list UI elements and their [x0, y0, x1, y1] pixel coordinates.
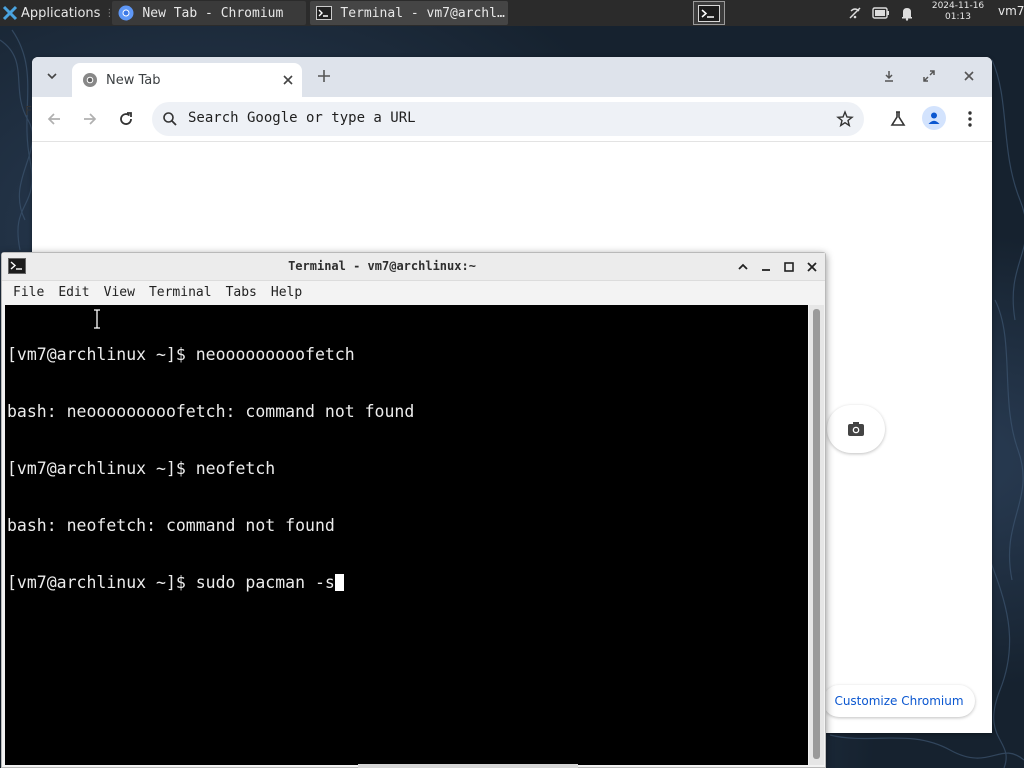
bookmark-star-icon[interactable]: [836, 110, 854, 128]
back-arrow-icon[interactable]: [44, 109, 64, 129]
network-disconnected-icon[interactable]: [846, 4, 864, 22]
clock-time: 01:13: [945, 12, 971, 22]
chevron-up-icon[interactable]: [736, 260, 750, 274]
profile-avatar[interactable]: [922, 106, 946, 130]
terminal-line: bash: neooooooooofetch: command not foun…: [7, 402, 415, 421]
terminal-scrollbar[interactable]: [809, 305, 824, 765]
search-by-image-button[interactable]: [827, 405, 885, 453]
maximize-icon[interactable]: [782, 260, 796, 274]
applications-label: Applications: [21, 5, 101, 21]
taskbar-item-label: Terminal - vm7@archl…: [340, 5, 505, 21]
panel-separator: ⋮: [104, 7, 115, 19]
terminal-icon: [316, 6, 333, 20]
close-icon[interactable]: [805, 260, 819, 274]
xfce-logo-icon: [2, 5, 18, 21]
customize-chromium-button[interactable]: Customize Chromium: [823, 685, 975, 717]
system-tray: [838, 0, 916, 26]
search-icon: [163, 112, 177, 126]
forward-arrow-icon[interactable]: [80, 109, 100, 129]
terminal-line: [vm7@archlinux ~]$ neooooooooofetch: [7, 345, 355, 364]
terminal-titlebar[interactable]: Terminal - vm7@archlinux:~: [2, 253, 825, 281]
chromium-icon: [118, 5, 134, 21]
menu-view[interactable]: View: [104, 285, 135, 300]
notification-bell-icon[interactable]: [898, 4, 916, 22]
omnibox[interactable]: Search Google or type a URL: [152, 102, 864, 136]
menu-edit[interactable]: Edit: [58, 285, 89, 300]
browser-toolbar: Search Google or type a URL: [32, 97, 992, 142]
chromium-icon: [83, 73, 97, 87]
scrollbar-thumb[interactable]: [813, 309, 820, 759]
terminal-line: [vm7@archlinux ~]$ neofetch: [7, 459, 276, 478]
menu-terminal[interactable]: Terminal: [149, 285, 212, 300]
profile-person-icon: [928, 112, 940, 124]
omnibox-placeholder: Search Google or type a URL: [188, 110, 416, 126]
menu-help[interactable]: Help: [271, 285, 302, 300]
user-menu[interactable]: vm7: [998, 4, 1024, 18]
text-cursor: [334, 574, 344, 591]
terminal-title: Terminal - vm7@archlinux:~: [288, 259, 476, 273]
applications-menu[interactable]: Applications: [0, 0, 104, 26]
new-tab-plus-icon[interactable]: [315, 67, 333, 85]
terminal-input-line: [vm7@archlinux ~]$ sudo pacman -s: [7, 573, 808, 592]
window-edge: [358, 764, 578, 768]
kebab-menu-icon[interactable]: [960, 109, 980, 129]
terminal-icon: [698, 4, 720, 22]
close-icon[interactable]: [961, 68, 977, 84]
terminal-menubar: File Edit View Terminal Tabs Help: [2, 281, 825, 304]
minimize-icon[interactable]: [759, 260, 773, 274]
terminal-screen[interactable]: [vm7@archlinux ~]$ neooooooooofetch bash…: [5, 305, 808, 765]
taskbar-item-label: New Tab - Chromium: [142, 5, 284, 21]
tab-strip: New Tab: [32, 57, 992, 97]
tab-new-tab[interactable]: New Tab: [72, 63, 302, 97]
download-icon[interactable]: [881, 68, 897, 84]
maximize-icon[interactable]: [921, 68, 937, 84]
close-tab-icon[interactable]: [280, 72, 296, 88]
clock-date: 2024-11-16: [931, 1, 985, 11]
tab-search-chevron-icon[interactable]: [44, 68, 60, 84]
mouse-ibeam-cursor-icon: [94, 309, 100, 329]
taskbar-item-terminal[interactable]: Terminal - vm7@archl…: [310, 1, 509, 25]
labs-flask-icon[interactable]: [888, 109, 908, 129]
terminal-window: Terminal - vm7@archlinux:~ File Edit Vie…: [1, 252, 826, 768]
camera-icon: [848, 422, 864, 436]
terminal-launcher[interactable]: [693, 1, 725, 25]
terminal-line: [vm7@archlinux ~]$ sudo pacman -s: [7, 573, 335, 592]
menu-file[interactable]: File: [13, 285, 44, 300]
top-panel: Applications ⋮ New Tab - Chromium Termin…: [0, 0, 1024, 26]
battery-icon[interactable]: [872, 4, 890, 22]
reload-icon[interactable]: [116, 109, 136, 129]
tab-title: New Tab: [106, 72, 161, 88]
menu-tabs[interactable]: Tabs: [226, 285, 257, 300]
taskbar-item-chromium[interactable]: New Tab - Chromium: [112, 1, 307, 25]
partial-shortcut-label: F: [25, 104, 32, 118]
panel-clock[interactable]: 2024-11-16 01:13: [920, 1, 996, 23]
terminal-line: bash: neofetch: command not found: [7, 516, 335, 535]
